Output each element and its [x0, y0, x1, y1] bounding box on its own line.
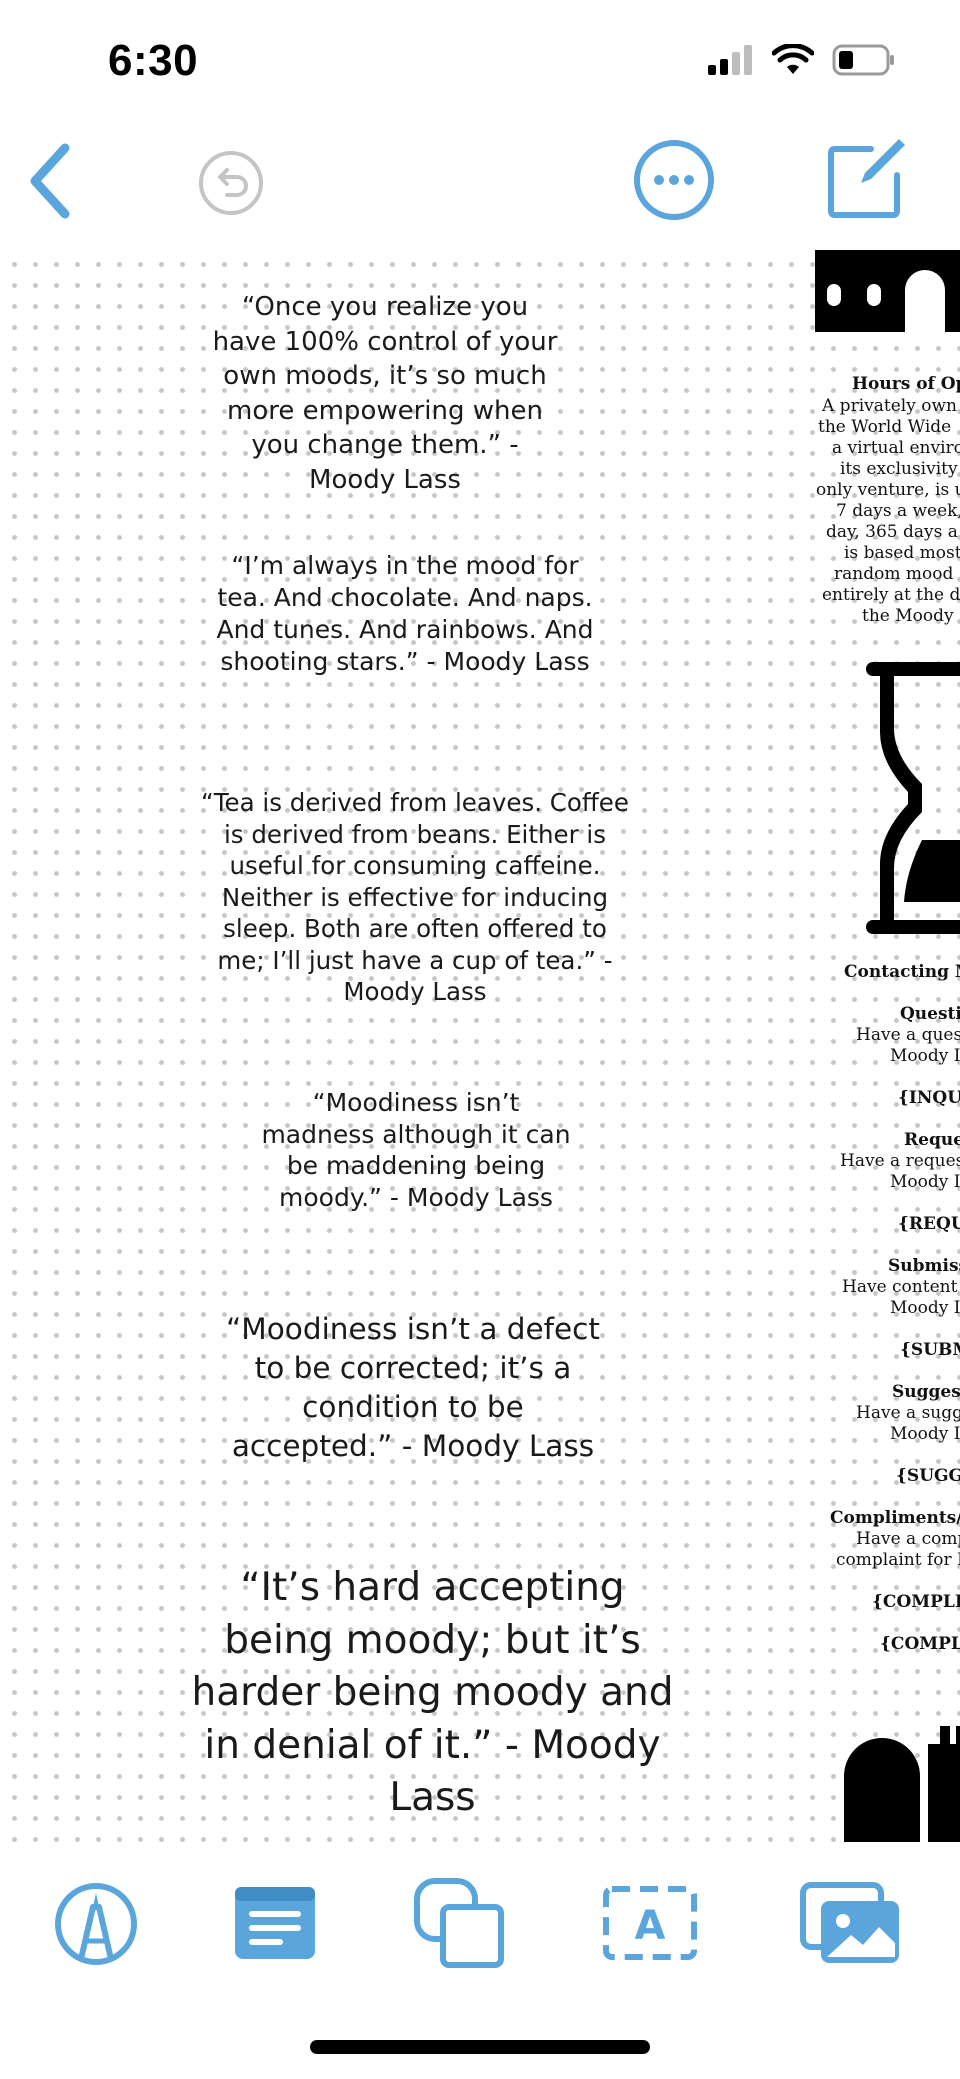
section-line: Moody I	[890, 1298, 960, 1318]
section-title: Submiss	[888, 1256, 960, 1276]
hours-heading: Hours of Op	[852, 374, 960, 394]
pen-tool-button[interactable]	[52, 1882, 140, 1970]
castle-icon	[815, 250, 960, 336]
compose-icon	[823, 133, 911, 225]
photos-button[interactable]	[798, 1880, 904, 1972]
back-button[interactable]	[20, 140, 80, 226]
quote-text-box[interactable]: “I’m always in the mood for tea. And cho…	[210, 550, 600, 678]
quote-text-box[interactable]: “Tea is derived from leaves. Coffee is d…	[200, 787, 630, 1008]
section-line: Moody I	[890, 1424, 960, 1444]
quote-text-box[interactable]: “Once you realize you have 100% control …	[210, 290, 560, 497]
text-field-icon: A	[602, 1885, 698, 1965]
svg-text:A: A	[635, 1903, 666, 1949]
undo-icon	[197, 149, 265, 221]
section-line: Moody I	[890, 1046, 960, 1066]
section-title: Questio	[900, 1004, 960, 1024]
pen-tool-icon	[53, 1881, 139, 1971]
status-bar: 6:30	[0, 0, 960, 120]
hours-line: the Moody	[862, 606, 954, 626]
shapes-icon	[413, 1877, 507, 1975]
home-indicator	[310, 2040, 650, 2054]
status-icons	[708, 43, 896, 80]
section-title: Suggest	[892, 1382, 960, 1402]
quote-text-box[interactable]: “Moodiness isn’t madness although it can…	[258, 1087, 574, 1213]
section-line: Have a request	[840, 1151, 960, 1171]
text-field-button[interactable]: A	[602, 1886, 698, 1964]
hours-line: is based most	[844, 543, 960, 563]
section-line: Have content t	[842, 1277, 960, 1297]
photos-icon	[799, 1881, 903, 1971]
section-tag: {REQU	[898, 1214, 960, 1234]
hours-line: its exclusivity a	[840, 459, 960, 479]
hours-line: a virtual environ	[832, 438, 960, 458]
section-tag: {SUBM	[900, 1340, 960, 1360]
section-tag: {COMPL	[880, 1634, 960, 1654]
hours-line: 7 days a week,	[836, 501, 960, 521]
hourglass-icon	[866, 662, 960, 938]
section-line: complaint for M	[836, 1550, 960, 1570]
section-line: Have a quest	[856, 1025, 960, 1045]
bottom-toolbar: A	[0, 1842, 960, 2012]
section-line: Moody I	[890, 1172, 960, 1192]
section-title: Reque	[904, 1130, 960, 1150]
document-column[interactable]: Hours of Op A privately own the World Wi…	[810, 250, 960, 1842]
status-time: 6:30	[108, 36, 199, 85]
text-box-icon	[233, 1885, 317, 1965]
ellipsis-circle-icon	[632, 138, 716, 226]
hours-line: entirely at the d	[822, 585, 960, 605]
text-box-button[interactable]	[232, 1882, 318, 1968]
chevron-left-icon	[25, 142, 75, 224]
compose-button[interactable]	[822, 134, 912, 224]
section-tag: {SUGG	[896, 1466, 960, 1486]
quote-text-box[interactable]: “It’s hard accepting being moody; but it…	[180, 1562, 685, 1825]
hours-line: random mood	[834, 564, 954, 584]
section-line: Have a comp	[856, 1529, 960, 1549]
castle-gate-icon	[844, 1696, 960, 1842]
hours-line: A privately own	[822, 396, 957, 416]
hours-line: the World Wide	[818, 417, 952, 437]
section-tag: {COMPLI	[872, 1592, 960, 1612]
battery-icon	[832, 44, 896, 80]
hours-line: day, 365 days a	[826, 522, 958, 542]
section-title: Compliments/C	[830, 1508, 960, 1528]
section-tag: {INQUI	[898, 1088, 960, 1108]
wifi-icon	[771, 43, 815, 80]
more-options-button[interactable]	[632, 140, 716, 224]
section-line: Have a sugg	[856, 1403, 960, 1423]
hours-line: only venture, is u	[816, 480, 960, 500]
shapes-button[interactable]	[412, 1878, 508, 1974]
freeform-canvas[interactable]: “Once you realize you have 100% control …	[0, 250, 960, 1842]
cellular-signal-icon	[708, 45, 754, 79]
undo-button[interactable]	[196, 150, 266, 220]
quote-text-box[interactable]: “Moodiness isn’t a defect to be correcte…	[218, 1310, 608, 1466]
top-toolbar	[0, 120, 960, 250]
contact-heading: Contacting M	[844, 962, 960, 982]
